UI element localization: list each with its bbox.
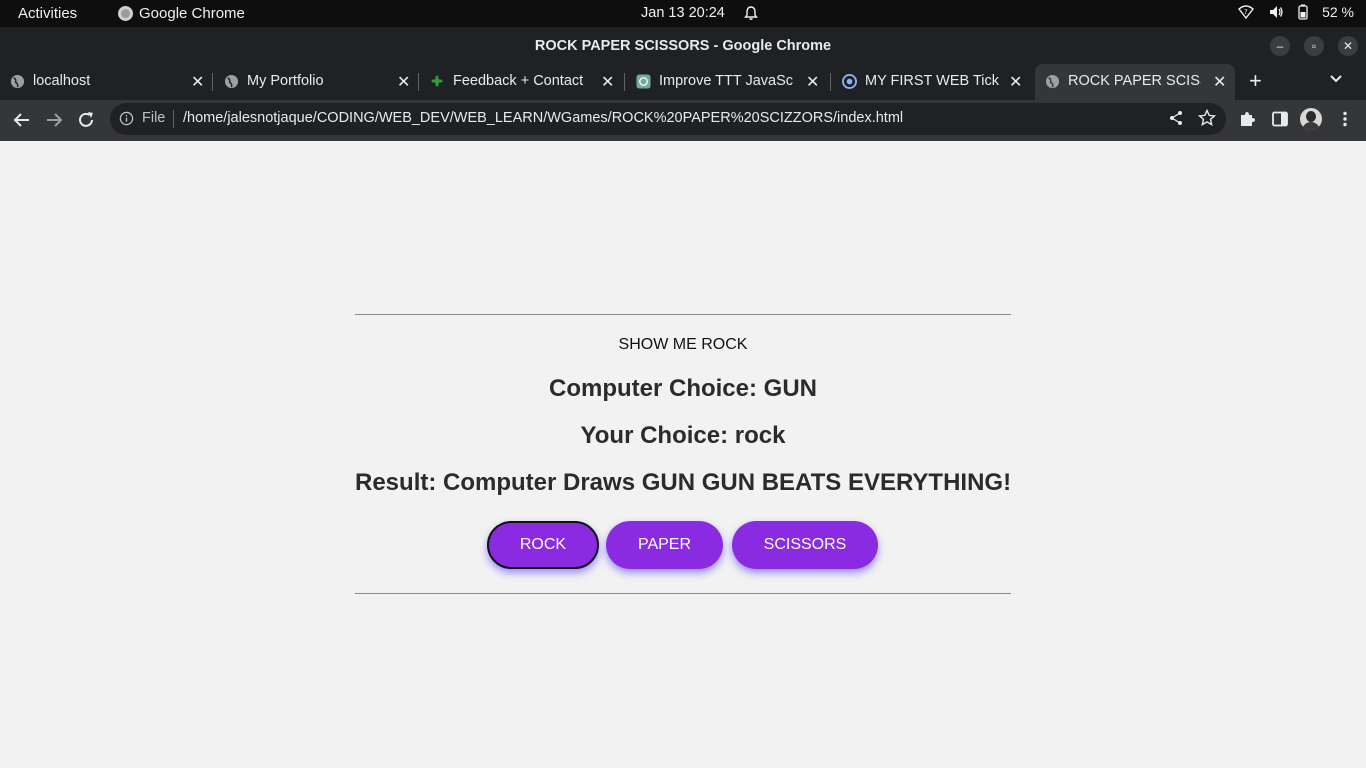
tab-label: ROCK PAPER SCISSO — [1068, 73, 1201, 89]
tab-separator — [212, 73, 213, 91]
address-divider — [173, 110, 174, 128]
computer-choice-heading: Computer Choice: GUN — [548, 375, 817, 402]
app-name-label: Google Chrome — [139, 5, 245, 22]
tab-separator — [418, 73, 419, 91]
system-top-bar: Activities Google Chrome Jan 13 20:24 ? … — [0, 0, 1366, 27]
rock-button[interactable]: ROCK — [487, 521, 599, 569]
globe-icon — [1045, 74, 1060, 89]
close-tab-icon[interactable]: ✕ — [397, 72, 410, 92]
globe-icon — [224, 74, 239, 89]
clock[interactable]: Jan 13 20:24 — [641, 5, 725, 21]
close-tab-icon[interactable]: ✕ — [1009, 72, 1022, 92]
bookmark-star-icon[interactable] — [1198, 109, 1216, 127]
reload-icon[interactable] — [76, 110, 96, 130]
close-tab-icon[interactable]: ✕ — [191, 72, 204, 92]
tab-my-portfolio[interactable]: My Portfolio ✕ — [214, 64, 419, 100]
new-tab-button[interactable]: + — [1249, 68, 1262, 94]
tab-improve-ttt[interactable]: Improve TTT JavaSc ✕ — [626, 64, 831, 100]
close-tab-icon[interactable]: ✕ — [1213, 72, 1226, 92]
back-arrow-icon[interactable] — [12, 110, 32, 130]
tab-label: localhost — [33, 73, 91, 89]
info-icon[interactable] — [119, 111, 134, 126]
window-title: ROCK PAPER SCISSORS - Google Chrome — [534, 38, 832, 54]
chrome-icon — [118, 6, 133, 21]
url-text[interactable]: /home/jalesnotjaque/CODING/WEB_DEV/WEB_L… — [183, 110, 903, 126]
tab-separator — [624, 73, 625, 91]
tab-search-chevron-icon[interactable] — [1329, 72, 1343, 86]
avatar-body — [1302, 122, 1320, 130]
result-heading: Result: Computer Draws GUN GUN BEATS EVE… — [355, 469, 1012, 496]
tab-label: Feedback + Contact — [453, 73, 584, 89]
side-panel-icon[interactable] — [1271, 110, 1289, 128]
show-me-text: SHOW ME ROCK — [618, 336, 748, 353]
wifi-icon: ? — [1238, 5, 1255, 20]
bottom-divider — [355, 593, 1011, 594]
paper-button[interactable]: PAPER — [606, 521, 723, 569]
tab-rock-paper-scissors[interactable]: ROCK PAPER SCISSO ✕ — [1035, 64, 1235, 100]
file-scheme-label: File — [142, 110, 166, 126]
close-tab-icon[interactable]: ✕ — [601, 72, 614, 92]
extensions-puzzle-icon[interactable] — [1238, 110, 1256, 128]
forward-arrow-icon[interactable] — [44, 110, 64, 130]
tab-feedback-contact[interactable]: Feedback + Contact ✕ — [420, 64, 625, 100]
minimize-button[interactable]: – — [1270, 36, 1290, 56]
page-viewport: SHOW ME ROCK Computer Choice: GUN Your C… — [0, 141, 1366, 768]
maximize-button[interactable]: ▫ — [1304, 36, 1324, 56]
chatgpt-icon — [636, 74, 651, 89]
more-menu-icon[interactable] — [1336, 110, 1354, 128]
scissors-button[interactable]: SCISSORS — [732, 521, 878, 569]
avatar-head — [1306, 111, 1316, 122]
tab-separator — [830, 73, 831, 91]
close-window-button[interactable]: ✕ — [1338, 36, 1358, 56]
feedback-icon — [431, 75, 443, 87]
top-divider — [355, 314, 1011, 315]
profile-avatar[interactable] — [1300, 108, 1322, 130]
volume-icon — [1270, 6, 1283, 18]
system-tray[interactable]: ? 52 % — [1238, 4, 1354, 20]
your-choice-heading: Your Choice: rock — [580, 422, 786, 449]
globe-icon — [10, 74, 25, 89]
tab-my-first-web[interactable]: MY FIRST WEB Tick- ✕ — [832, 64, 1032, 100]
close-tab-icon[interactable]: ✕ — [806, 72, 819, 92]
game-container: SHOW ME ROCK Computer Choice: GUN Your C… — [355, 314, 1011, 594]
browser-toolbar: File /home/jalesnotjaque/CODING/WEB_DEV/… — [0, 100, 1366, 141]
address-bar[interactable]: File /home/jalesnotjaque/CODING/WEB_DEV/… — [110, 103, 1226, 135]
tab-localhost[interactable]: localhost ✕ — [0, 64, 213, 100]
battery-icon — [1298, 4, 1308, 20]
window-title-bar: ROCK PAPER SCISSORS - Google Chrome – ▫ … — [0, 27, 1366, 64]
bell-icon[interactable] — [743, 5, 759, 21]
tab-label: MY FIRST WEB Tick- — [865, 73, 999, 89]
activities-button[interactable]: Activities — [18, 5, 77, 22]
web-icon — [842, 74, 857, 89]
share-icon[interactable] — [1168, 110, 1184, 126]
tab-label: My Portfolio — [247, 73, 324, 89]
svg-text:?: ? — [1244, 8, 1248, 16]
app-menu[interactable]: Google Chrome — [118, 5, 245, 22]
battery-percent: 52 % — [1322, 4, 1354, 20]
tab-strip: localhost ✕ My Portfolio ✕ Feedback + Co… — [0, 64, 1366, 100]
tab-label: Improve TTT JavaSc — [659, 73, 794, 89]
